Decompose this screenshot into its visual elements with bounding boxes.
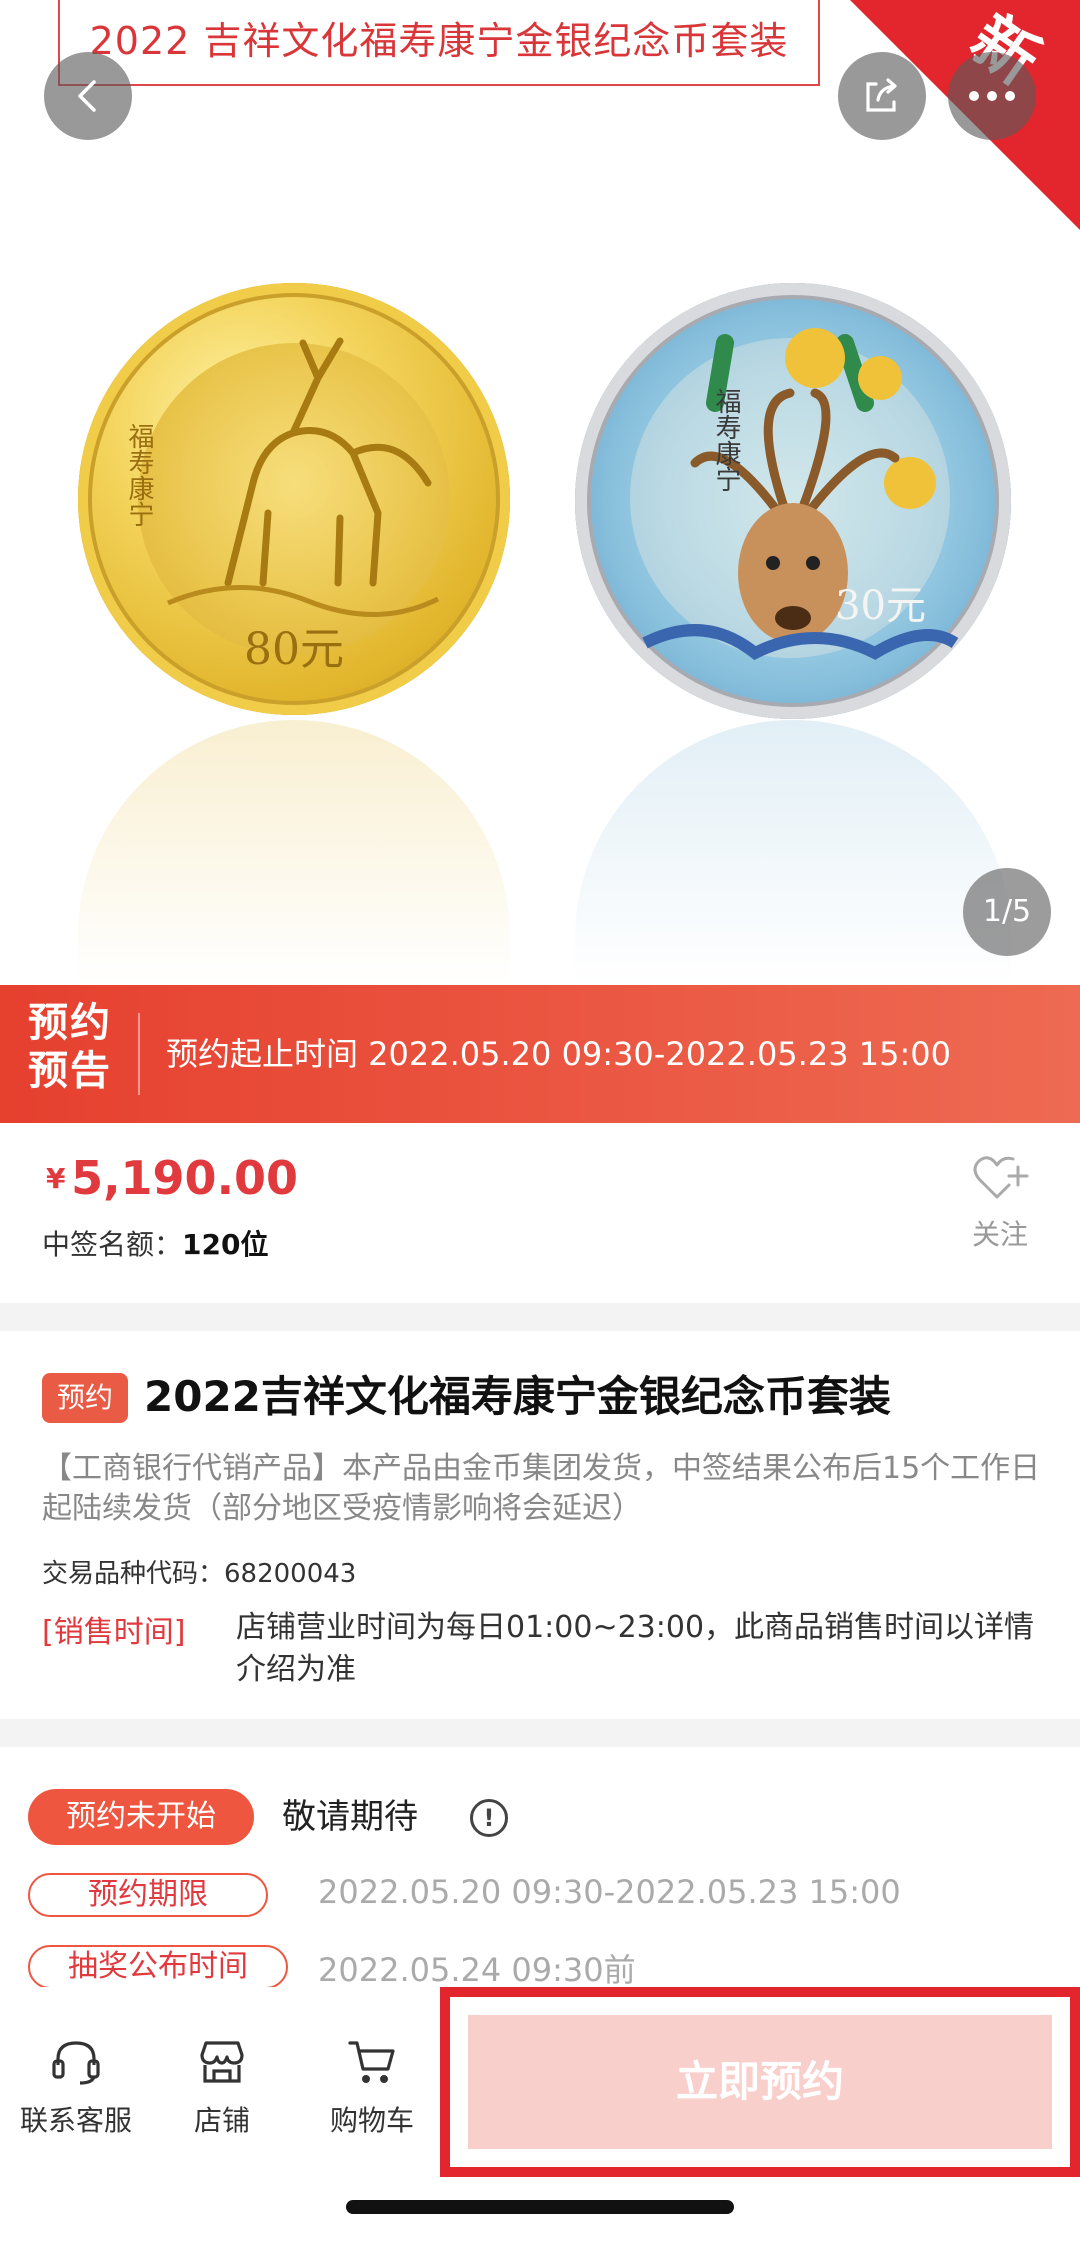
price-section: ¥ 5,190.00 中签名额：120位 关注 bbox=[0, 1123, 1080, 1303]
share-icon bbox=[866, 78, 897, 112]
reservation-tag: 预约 bbox=[42, 1373, 128, 1423]
price-amount: 5,190.00 bbox=[71, 1151, 299, 1205]
follow-label: 关注 bbox=[971, 1218, 1028, 1251]
silver-coin-denomination: 30元 bbox=[835, 583, 926, 629]
info-icon[interactable]: ! bbox=[470, 1799, 508, 1837]
gold-coin-label: 福寿康宁 bbox=[124, 423, 154, 527]
quota-label: 中签名额： bbox=[42, 1228, 183, 1261]
more-button[interactable] bbox=[948, 52, 1036, 140]
more-dots-icon bbox=[969, 91, 1015, 101]
cart-label: 购物车 bbox=[329, 2104, 414, 2137]
period-value: 2022.05.20 09:30-2022.05.23 15:00 bbox=[318, 1873, 901, 1911]
silver-deer-icon bbox=[630, 328, 959, 661]
preorder-time-range: 预约起止时间 2022.05.20 09:30-2022.05.23 15:00 bbox=[166, 1035, 951, 1073]
silver-coin-reflection bbox=[575, 720, 1011, 985]
headset-icon bbox=[52, 2041, 100, 2085]
customer-service-label: 联系客服 bbox=[19, 2104, 132, 2137]
product-description: 【工商银行代销产品】本产品由金币集团发货，中签结果公布后15个工作日起陆续发货（… bbox=[42, 1451, 1041, 1526]
share-button[interactable] bbox=[838, 52, 926, 140]
price: ¥ 5,190.00 bbox=[46, 1151, 298, 1205]
back-button[interactable] bbox=[44, 52, 132, 140]
sale-time-text: 店铺营业时间为每日01:00~23:00，此商品销售时间以详情介绍为准 bbox=[236, 1610, 1035, 1687]
customer-service-button[interactable]: 联系客服 bbox=[6, 2037, 146, 2139]
shop-label: 店铺 bbox=[193, 2104, 250, 2137]
image-pager: 1/5 bbox=[963, 868, 1051, 956]
chevron-left-icon bbox=[78, 80, 96, 112]
store-icon bbox=[200, 2041, 244, 2083]
preorder-badge: 预约预告 bbox=[28, 1000, 112, 1094]
section-divider bbox=[0, 1303, 1080, 1331]
gold-coin-denomination: 80元 bbox=[244, 624, 344, 675]
draw-time-label: 抽奖公布时间 bbox=[28, 1945, 288, 1989]
product-code-label: 交易品种代码： bbox=[42, 1559, 225, 1589]
cart-icon bbox=[348, 2041, 395, 2083]
period-label: 预约期限 bbox=[28, 1873, 268, 1917]
gold-coin-image: 福寿康宁 80元 bbox=[78, 283, 510, 715]
gold-coin-reflection bbox=[78, 720, 510, 985]
product-title: 2022吉祥文化福寿康宁金银纪念币套装 bbox=[144, 1372, 891, 1421]
cart-button[interactable]: 购物车 bbox=[302, 2037, 442, 2139]
preorder-divider bbox=[138, 1013, 140, 1095]
product-info-section: 预约 2022吉祥文化福寿康宁金银纪念币套装 【工商银行代销产品】本产品由金币集… bbox=[0, 1331, 1080, 1719]
status-text: 敬请期待 bbox=[282, 1797, 418, 1837]
quota-value: 120位 bbox=[182, 1228, 269, 1261]
product-code-value: 68200043 bbox=[224, 1559, 357, 1589]
follow-button[interactable]: 关注 bbox=[960, 1153, 1040, 1253]
product-image-carousel[interactable]: 2022 吉祥文化福寿康宁金银纪念币套装 新 福寿康宁 80元 福寿康宁 30元 bbox=[0, 0, 1080, 985]
status-badge: 预约未开始 bbox=[28, 1789, 254, 1845]
preorder-banner: 预约预告 预约起止时间 2022.05.20 09:30-2022.05.23 … bbox=[0, 985, 1080, 1123]
draw-time-value: 2022.05.24 09:30前 bbox=[318, 1951, 636, 1989]
silver-coin-label: 福寿康宁 bbox=[711, 388, 741, 492]
heart-plus-icon bbox=[973, 1156, 1029, 1199]
home-indicator bbox=[346, 2200, 734, 2214]
reserve-highlight: 立即预约 bbox=[440, 1987, 1080, 2177]
currency-symbol: ¥ bbox=[46, 1162, 66, 1195]
sale-time-label: [销售时间] bbox=[42, 1615, 186, 1650]
reservation-status-section: 预约未开始 敬请期待 ! 预约期限 2022.05.20 09:30-2022.… bbox=[0, 1747, 1080, 1989]
silver-coin-image: 福寿康宁 30元 bbox=[575, 283, 1011, 719]
winning-quota: 中签名额：120位 bbox=[42, 1223, 268, 1263]
reserve-now-button[interactable]: 立即预约 bbox=[468, 2015, 1052, 2149]
product-code: 交易品种代码：68200043 bbox=[42, 1553, 356, 1590]
shop-button[interactable]: 店铺 bbox=[152, 2037, 292, 2139]
banner-title: 2022 吉祥文化福寿康宁金银纪念币套装 bbox=[58, 0, 820, 86]
section-divider bbox=[0, 1719, 1080, 1747]
